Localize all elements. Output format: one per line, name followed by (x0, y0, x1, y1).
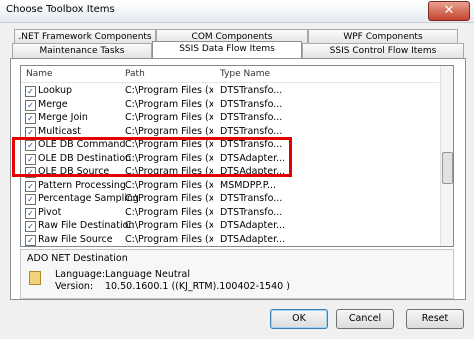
list-item[interactable]: ✓Pivot C:\Program Files (x86)... DTSTransf… (21, 206, 439, 220)
item-path: C:\Program Files (x86)... (125, 233, 213, 245)
item-path: C:\Program Files (x86)... (125, 193, 213, 204)
tab-ssis-control-flow[interactable]: SSIS Control Flow Items (302, 43, 464, 58)
item-type: DTSTransfo... (220, 85, 283, 96)
reset-button[interactable]: Reset (406, 309, 464, 329)
item-type: DTSTransfo... (220, 206, 283, 218)
item-checkbox[interactable]: ✓ (25, 113, 36, 124)
item-type: DTSTransfo... (220, 125, 283, 137)
item-name: Merge (38, 98, 68, 110)
item-name: Pivot (38, 206, 62, 218)
item-name: Lookup (38, 85, 73, 96)
window-title: Choose Toolbox Items (6, 4, 115, 15)
item-path: C:\Program Files (x86)... (125, 98, 213, 110)
item-type: DTSTransfo... (220, 98, 283, 110)
tab-net-framework[interactable]: .NET Framework Components (14, 29, 156, 44)
item-checkbox[interactable]: ✓ (25, 86, 36, 97)
item-path: C:\Program Files (x86)... (125, 220, 213, 231)
list-item[interactable]: ✓Pattern ProcessingC:\Program Files (x86… (21, 179, 439, 193)
item-name: Multicast (38, 125, 81, 137)
tab-wpf-components[interactable]: WPF Components (308, 29, 458, 44)
item-type: DTSAdapter... (220, 233, 284, 245)
item-type: MSMDPP.P... (220, 179, 277, 191)
item-path: C:\Program Files (x86)... (125, 179, 213, 191)
list-item[interactable]: ✓Merge Join C:\Program Files (x86)... DTST… (21, 111, 439, 125)
item-name: Raw File Destination (38, 220, 135, 231)
item-checkbox[interactable]: ✓ (25, 221, 36, 232)
item-checkbox[interactable]: ✓ (25, 234, 36, 246)
details-panel: ADO NET Destination Language: Language N… (20, 249, 454, 299)
item-name: Merge Join (38, 112, 88, 123)
details-title: ADO NET Destination (27, 253, 128, 264)
list-item[interactable]: ✓Lookup C:\Program Files (x86)... DTSTrans… (21, 84, 439, 98)
tab-maintenance-tasks[interactable]: Maintenance Tasks (12, 43, 152, 58)
vertical-scrollbar[interactable] (440, 66, 453, 246)
version-label: Version: (55, 281, 94, 292)
item-checkbox[interactable]: ✓ (25, 194, 36, 205)
tab-ssis-data-flow[interactable]: SSIS Data Flow Items (152, 41, 302, 58)
close-button[interactable]: ✕ (428, 1, 470, 21)
language-label: Language: (55, 269, 106, 280)
component-icon (29, 271, 41, 285)
item-name: Raw File Source (38, 233, 113, 245)
highlight-box (12, 137, 292, 177)
list-item[interactable]: ✓Percentage SamplingC:\Program Files (x8… (21, 192, 439, 206)
item-path: C:\Program Files (x86)... (125, 112, 213, 123)
item-checkbox[interactable]: ✓ (25, 207, 36, 219)
ok-button[interactable]: OK (270, 309, 328, 329)
language-value: Language Neutral (105, 269, 190, 280)
column-header-name[interactable]: Name (26, 69, 53, 79)
item-checkbox[interactable]: ✓ (25, 99, 36, 111)
item-name: Percentage Sampling (38, 193, 139, 204)
item-name: Pattern Processing (38, 179, 126, 191)
column-header-path[interactable]: Path (125, 69, 145, 79)
item-checkbox[interactable]: ✓ (25, 126, 36, 138)
item-type: DTSAdapter... (220, 220, 284, 231)
item-type: DTSTransfo... (220, 193, 283, 204)
scrollbar-thumb[interactable] (442, 152, 453, 184)
list-item[interactable]: ✓Raw File DestinationC:\Program Files (x… (21, 219, 439, 233)
list-header: Name Path Type Name (21, 66, 439, 83)
item-path: C:\Program Files (x86)... (125, 85, 213, 96)
item-type: DTSTransfo... (220, 112, 283, 123)
list-item[interactable]: ✓Merge C:\Program Files (x86)... DTSTransf… (21, 98, 439, 112)
title-bar: Choose Toolbox Items ✕ (0, 0, 474, 23)
cancel-button[interactable]: Cancel (336, 309, 394, 329)
column-header-type[interactable]: Type Name (220, 69, 270, 79)
version-value: 10.50.1600.1 ((KJ_RTM).100402-1540 ) (105, 281, 290, 292)
item-path: C:\Program Files (x86)... (125, 125, 213, 137)
item-path: C:\Program Files (x86)... (125, 206, 213, 218)
item-checkbox[interactable]: ✓ (25, 180, 36, 192)
list-item[interactable]: ✓Raw File Source C:\Program Files (x86)..… (21, 233, 439, 247)
